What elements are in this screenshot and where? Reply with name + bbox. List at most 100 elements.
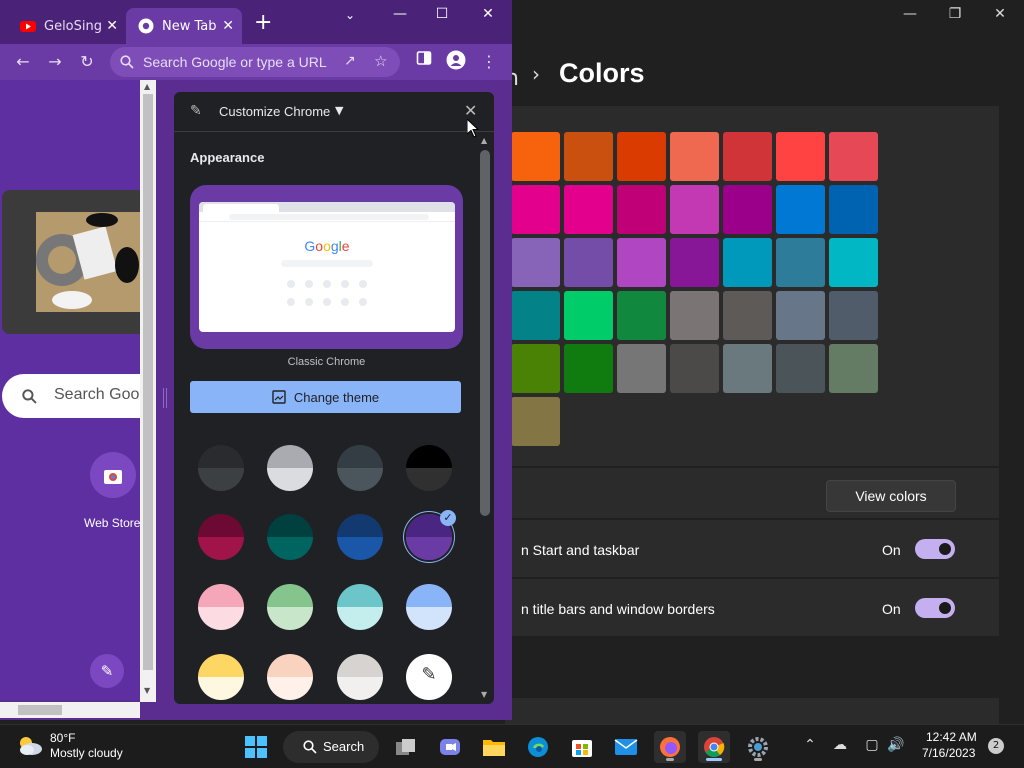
- onedrive-cloud-icon[interactable]: ☁: [830, 737, 850, 753]
- settings-restore-button[interactable]: ❐: [935, 6, 975, 22]
- side-panel-title[interactable]: Customize Chrome: [219, 104, 330, 119]
- customize-pencil-icon[interactable]: ✎: [90, 654, 124, 688]
- microsoft-store-icon[interactable]: [566, 731, 598, 763]
- accent-color-swatch[interactable]: [564, 132, 613, 181]
- accent-color-swatch[interactable]: [723, 185, 772, 234]
- close-icon[interactable]: ✕: [222, 18, 234, 34]
- ntp-search-box[interactable]: Search Google or type a URL: [2, 374, 140, 418]
- accent-color-swatch[interactable]: [564, 344, 613, 393]
- theme-color-option[interactable]: [198, 445, 244, 491]
- accent-color-swatch[interactable]: [723, 344, 772, 393]
- accent-color-swatch[interactable]: [829, 132, 878, 181]
- chat-icon[interactable]: [434, 731, 466, 763]
- accent-color-swatch[interactable]: [511, 291, 560, 340]
- scroll-down-icon[interactable]: ▼: [144, 686, 150, 695]
- tab-new-tab[interactable]: New Tab ✕: [126, 8, 242, 44]
- panel-resize-handle[interactable]: [163, 388, 167, 408]
- edge-icon[interactable]: [522, 731, 554, 763]
- accent-color-swatch[interactable]: [829, 185, 878, 234]
- mail-icon[interactable]: [610, 731, 642, 763]
- scroll-up-icon[interactable]: ▲: [144, 82, 150, 91]
- scrollbar-thumb[interactable]: [143, 94, 153, 670]
- scrollbar-thumb[interactable]: [18, 705, 62, 715]
- tab-search-icon[interactable]: ⌄: [335, 8, 365, 22]
- theme-color-option[interactable]: [337, 654, 383, 700]
- accent-color-swatch[interactable]: [670, 132, 719, 181]
- accent-color-swatch[interactable]: [564, 185, 613, 234]
- theme-color-option[interactable]: [267, 584, 313, 630]
- accent-color-swatch[interactable]: [511, 132, 560, 181]
- theme-color-option[interactable]: [198, 584, 244, 630]
- side-panel-scrollbar[interactable]: ▲ ▼: [478, 136, 492, 702]
- accent-color-swatch[interactable]: [776, 238, 825, 287]
- weather-cloud-icon[interactable]: [16, 734, 44, 758]
- scrollbar-thumb[interactable]: [480, 150, 490, 516]
- scroll-up-icon[interactable]: ▲: [481, 136, 487, 145]
- accent-color-swatch[interactable]: [670, 185, 719, 234]
- dropdown-arrow-icon[interactable]: ▼: [335, 104, 343, 117]
- accent-color-swatch[interactable]: [511, 238, 560, 287]
- accent-color-swatch[interactable]: [723, 132, 772, 181]
- theme-color-option[interactable]: [267, 514, 313, 560]
- accent-color-swatch[interactable]: [511, 397, 560, 446]
- settings-close-button[interactable]: ✕: [980, 6, 1020, 22]
- task-view-icon[interactable]: [390, 731, 422, 763]
- accent-color-swatch[interactable]: [829, 291, 878, 340]
- accent-color-swatch[interactable]: [564, 238, 613, 287]
- accent-color-swatch[interactable]: [776, 344, 825, 393]
- network-icon[interactable]: ▢: [862, 737, 882, 753]
- theme-color-option[interactable]: [337, 514, 383, 560]
- accent-color-swatch[interactable]: [776, 185, 825, 234]
- close-icon[interactable]: ✕: [464, 101, 477, 120]
- accent-start-toggle[interactable]: [915, 539, 955, 559]
- settings-minimize-button[interactable]: —: [890, 6, 930, 22]
- start-button[interactable]: [240, 731, 272, 763]
- accent-color-swatch[interactable]: [511, 344, 560, 393]
- firefox-icon[interactable]: [654, 731, 686, 763]
- accent-color-swatch[interactable]: [564, 291, 613, 340]
- weather-temperature[interactable]: 80°F: [50, 731, 75, 745]
- accent-color-swatch[interactable]: [617, 238, 666, 287]
- scroll-down-icon[interactable]: ▼: [481, 690, 487, 699]
- side-panel-icon[interactable]: [413, 50, 435, 70]
- theme-color-option[interactable]: [267, 445, 313, 491]
- notification-badge[interactable]: 2: [988, 738, 1004, 754]
- view-colors-button[interactable]: View colors: [826, 480, 956, 512]
- accent-color-swatch[interactable]: [617, 291, 666, 340]
- weather-description[interactable]: Mostly cloudy: [50, 746, 123, 760]
- accent-color-swatch[interactable]: [617, 132, 666, 181]
- theme-color-option[interactable]: [198, 514, 244, 560]
- clock-date[interactable]: 7/16/2023: [922, 746, 975, 760]
- custom-color-picker[interactable]: ✎: [406, 654, 452, 700]
- page-vertical-scrollbar[interactable]: ▲ ▼: [140, 80, 156, 702]
- accent-color-swatch[interactable]: [617, 185, 666, 234]
- accent-color-swatch[interactable]: [723, 238, 772, 287]
- shortcut-web-store[interactable]: [90, 452, 136, 498]
- chrome-maximize-button[interactable]: ☐: [427, 6, 457, 22]
- chrome-taskbar-icon[interactable]: [698, 731, 730, 763]
- file-explorer-icon[interactable]: [478, 731, 510, 763]
- chrome-minimize-button[interactable]: —: [385, 6, 415, 22]
- tab-youtube[interactable]: GeloSing ✕: [8, 8, 126, 44]
- address-bar[interactable]: Search Google or type a URL ↗ ☆: [110, 47, 400, 77]
- accent-color-swatch[interactable]: [829, 238, 878, 287]
- accent-color-swatch[interactable]: [670, 344, 719, 393]
- chrome-close-button[interactable]: ✕: [473, 6, 503, 22]
- forward-arrow-icon[interactable]: →: [44, 52, 66, 71]
- back-arrow-icon[interactable]: ←: [12, 52, 34, 71]
- accent-color-swatch[interactable]: [617, 344, 666, 393]
- page-horizontal-scrollbar[interactable]: [0, 702, 140, 718]
- theme-color-option[interactable]: [337, 584, 383, 630]
- accent-titlebar-toggle[interactable]: [915, 598, 955, 618]
- chevron-up-icon[interactable]: ⌃: [800, 737, 820, 753]
- accent-color-swatch[interactable]: [670, 291, 719, 340]
- theme-color-option[interactable]: [267, 654, 313, 700]
- bookmark-star-icon[interactable]: ☆: [374, 52, 387, 70]
- settings-gear-icon[interactable]: [742, 731, 774, 763]
- close-icon[interactable]: ✕: [106, 18, 118, 34]
- reload-icon[interactable]: ↻: [76, 52, 98, 71]
- google-doodle[interactable]: [2, 190, 140, 334]
- accent-color-swatch[interactable]: [723, 291, 772, 340]
- new-tab-button[interactable]: +: [254, 12, 272, 34]
- profile-avatar-icon[interactable]: [445, 50, 467, 74]
